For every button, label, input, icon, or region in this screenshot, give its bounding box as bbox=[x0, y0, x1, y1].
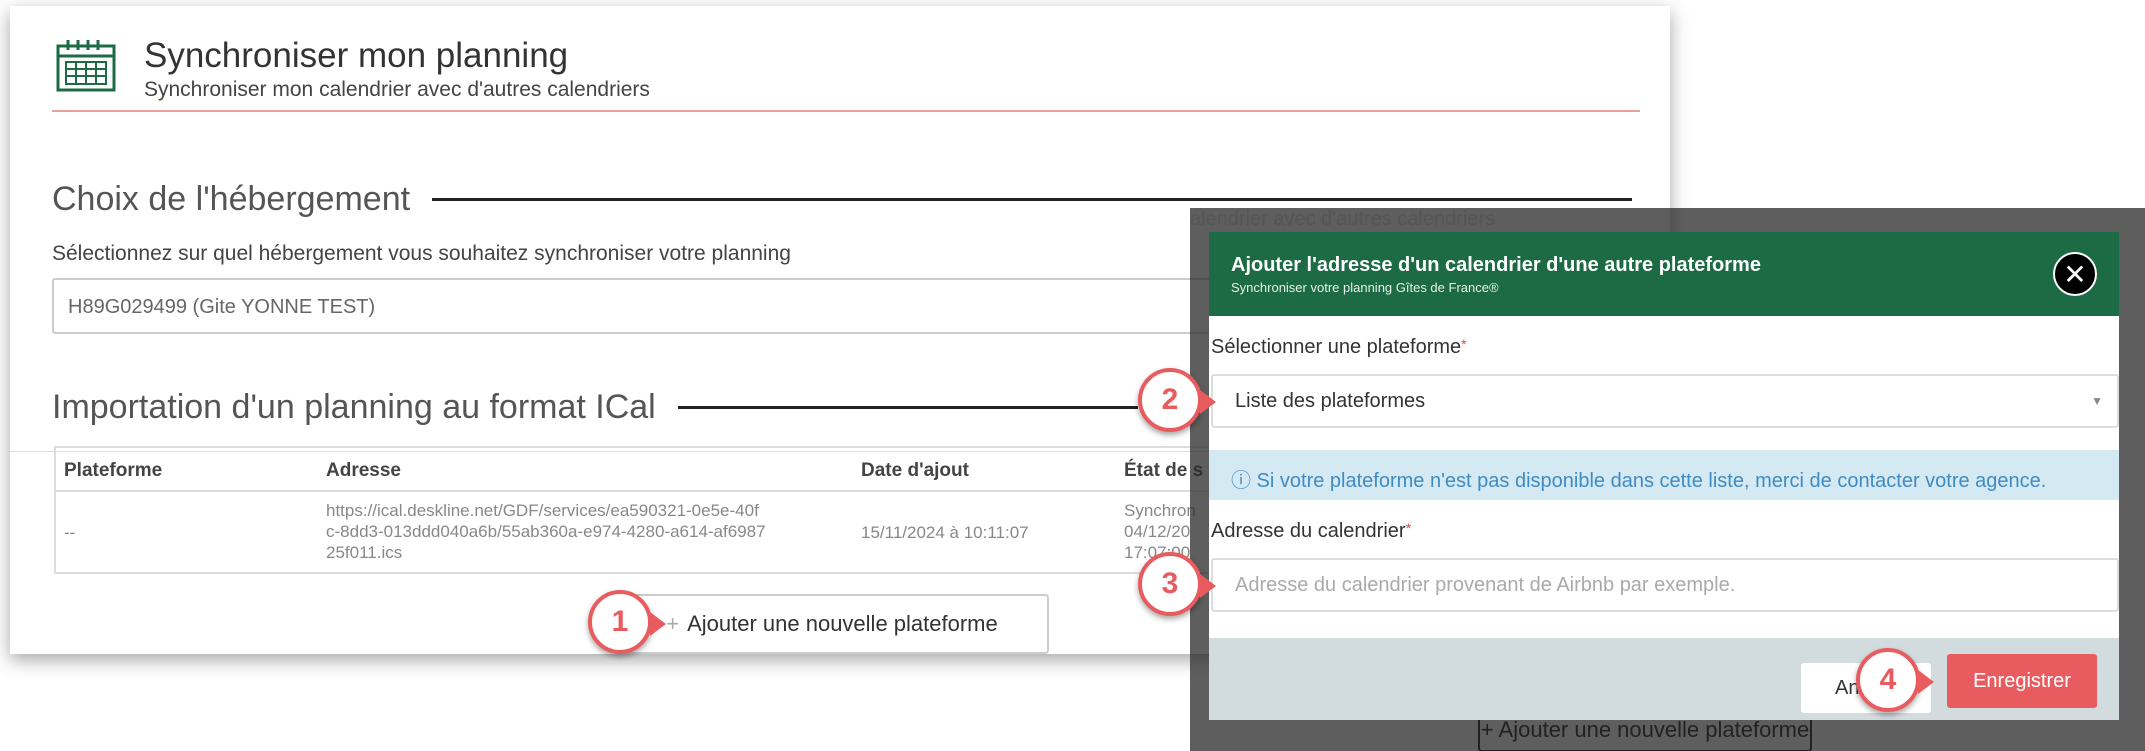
required-marker: * bbox=[1461, 336, 1467, 352]
close-icon[interactable]: ✕ bbox=[2053, 252, 2097, 296]
step-badge-4: 4 bbox=[1856, 648, 1934, 712]
cell-address-line-1: https://ical.deskline.net/GDF/services/e… bbox=[326, 501, 759, 520]
section-divider bbox=[677, 406, 1138, 409]
step-badge-2: 2 bbox=[1138, 368, 1216, 432]
page-subtitle: Synchroniser mon calendrier avec d'autre… bbox=[144, 78, 650, 101]
address-label-text: Adresse du calendrier bbox=[1211, 520, 1406, 542]
platform-label-text: Sélectionner une plateforme bbox=[1211, 336, 1462, 358]
accommodation-select[interactable]: H89G029499 (Gite YONNE TEST) bbox=[52, 278, 1262, 334]
ical-table: Plateforme Adresse Date d'ajout État de … bbox=[54, 446, 1244, 574]
modal-header: Ajouter l'adresse d'un calendrier d'une … bbox=[1209, 232, 2119, 316]
cell-address-line-2: c-8dd3-013ddd040a6b/55ab360a-e974-4280-a… bbox=[326, 522, 766, 541]
modal-subtitle: Synchroniser votre planning Gîtes de Fra… bbox=[1231, 280, 1499, 295]
cell-platform: -- bbox=[64, 523, 76, 542]
cell-state-line-1: Synchron bbox=[1124, 501, 1196, 520]
info-notice: ⓘ Si votre plateforme n'est pas disponib… bbox=[1209, 450, 2119, 500]
accommodation-help: Sélectionnez sur quel hébergement vous s… bbox=[52, 242, 791, 265]
platform-label: Sélectionner une plateforme* bbox=[1211, 336, 1467, 359]
calendar-address-input[interactable]: Adresse du calendrier provenant de Airbn… bbox=[1211, 558, 2119, 612]
cell-date: 15/11/2024 à 10:11:07 bbox=[861, 523, 1029, 542]
page-title: Synchroniser mon planning bbox=[144, 36, 569, 75]
table-header-divider bbox=[56, 490, 1242, 492]
plus-icon: + bbox=[666, 611, 680, 636]
screen: Synchroniser mon planning Synchroniser m… bbox=[0, 0, 2145, 751]
platform-select[interactable]: Liste des plateformes ▼ bbox=[1211, 374, 2119, 428]
step-badge-1: 1 bbox=[588, 590, 666, 654]
import-section-title: Importation d'un planning au format ICal bbox=[52, 388, 1138, 427]
address-label: Adresse du calendrier* bbox=[1211, 520, 1411, 543]
step-badge-3: 3 bbox=[1138, 552, 1216, 616]
title-divider bbox=[52, 110, 1640, 112]
save-button[interactable]: Enregistrer bbox=[1947, 654, 2097, 708]
column-header-date: Date d'ajout bbox=[861, 460, 969, 481]
add-platform-label: Ajouter une nouvelle plateforme bbox=[687, 611, 998, 636]
add-calendar-modal: Ajouter l'adresse d'un calendrier d'une … bbox=[1209, 232, 2119, 720]
chevron-down-icon: ▼ bbox=[2091, 394, 2103, 408]
modal-title: Ajouter l'adresse d'un calendrier d'une … bbox=[1231, 254, 1761, 276]
modal-footer: An Enregistrer bbox=[1209, 638, 2119, 720]
cell-state-line-2: 04/12/20 bbox=[1124, 522, 1191, 541]
column-header-address: Adresse bbox=[326, 460, 401, 481]
accommodation-section-label: Choix de l'hébergement bbox=[52, 180, 411, 218]
calendar-icon bbox=[54, 38, 118, 94]
import-section-label: Importation d'un planning au format ICal bbox=[52, 388, 656, 426]
platform-select-value: Liste des plateformes bbox=[1235, 390, 1426, 412]
required-marker: * bbox=[1405, 520, 1412, 536]
backdrop-subtitle: alendrier avec d'autres calendriers bbox=[1190, 208, 1496, 230]
section-divider bbox=[432, 198, 1633, 201]
add-platform-button[interactable]: + Ajouter une nouvelle plateforme bbox=[615, 594, 1049, 654]
column-header-platform: Plateforme bbox=[64, 460, 163, 481]
cell-address-line-3: 25f011.ics bbox=[326, 543, 403, 562]
